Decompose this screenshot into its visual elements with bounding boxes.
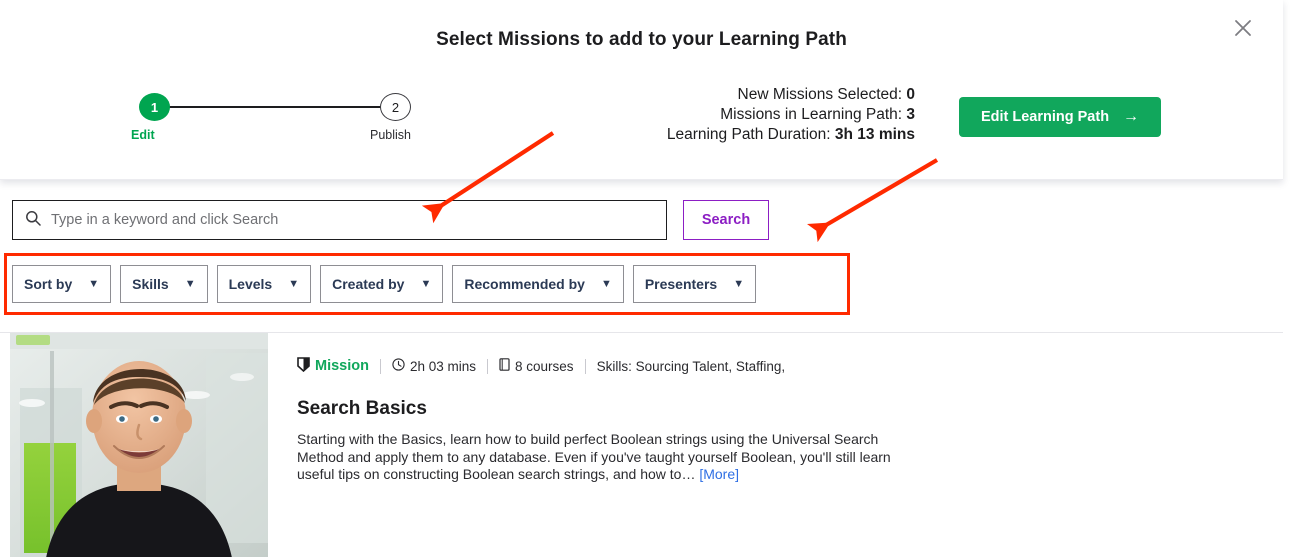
- new-missions-selected-row: New Missions Selected: 0: [575, 85, 915, 105]
- filter-label: Sort by: [24, 276, 73, 292]
- filter-levels[interactable]: Levels ▼: [216, 265, 312, 303]
- mission-title: Search Basics: [297, 398, 427, 419]
- stepper-connector: [155, 106, 396, 108]
- step-number-badge: 1: [139, 93, 170, 121]
- modal-header-panel: Select Missions to add to your Learning …: [0, 0, 1283, 180]
- mission-duration-label: 2h 03 mins: [409, 358, 477, 374]
- missions-in-path-value: 3: [906, 106, 915, 123]
- new-missions-selected-value: 0: [906, 86, 915, 103]
- filter-label: Recommended by: [464, 276, 585, 292]
- missions-in-path-row: Missions in Learning Path: 3: [575, 105, 915, 125]
- book-icon: [499, 358, 510, 374]
- learning-path-duration-label: Learning Path Duration:: [666, 126, 831, 143]
- learning-path-duration-value: 3h 13 mins: [834, 126, 915, 143]
- filter-sort-by[interactable]: Sort by ▼: [12, 265, 112, 303]
- edit-learning-path-button[interactable]: Edit Learning Path →: [959, 97, 1161, 137]
- mission-skills: Skills: Sourcing Talent, Staffing,: [586, 359, 797, 374]
- mission-meta-row: Mission 2h 03 mins 8 courses Skills: Sou…: [297, 357, 937, 375]
- search-box[interactable]: [12, 200, 667, 240]
- new-missions-selected-label: New Missions Selected:: [737, 86, 903, 103]
- search-input[interactable]: [51, 212, 654, 228]
- learning-path-duration-row: Learning Path Duration: 3h 13 mins: [575, 125, 915, 145]
- filter-label: Levels: [228, 276, 273, 292]
- mission-badge-icon: [297, 357, 310, 375]
- chevron-down-icon: ▼: [733, 278, 745, 290]
- mission-skills-label: Skills: Sourcing Talent, Staffing,: [596, 358, 786, 374]
- chevron-down-icon: ▼: [88, 278, 100, 290]
- mission-type-label: Mission: [315, 358, 369, 374]
- step-label: Publish: [370, 128, 411, 142]
- chevron-down-icon: ▼: [184, 278, 196, 290]
- mission-courses-label: 8 courses: [515, 358, 574, 374]
- edit-learning-path-label: Edit Learning Path: [980, 109, 1110, 125]
- stepper-step-publish[interactable]: 2 Publish: [370, 93, 411, 142]
- mission-card: Mission 2h 03 mins 8 courses Skills: Sou…: [0, 332, 1283, 557]
- arrow-right-icon: →: [1123, 108, 1140, 125]
- filters-row: Sort by ▼ Skills ▼ Levels ▼ Created by ▼…: [12, 265, 757, 303]
- more-link[interactable]: [More]: [699, 466, 739, 482]
- filter-skills[interactable]: Skills ▼: [120, 265, 208, 303]
- mission-duration: 2h 03 mins: [381, 358, 487, 374]
- chevron-down-icon: ▼: [420, 278, 432, 290]
- mission-description-text: Starting with the Basics, learn how to b…: [297, 431, 891, 482]
- chevron-down-icon: ▼: [288, 278, 300, 290]
- mission-description: Starting with the Basics, learn how to b…: [297, 431, 925, 484]
- step-number-badge: 2: [380, 93, 411, 121]
- page-title: Select Missions to add to your Learning …: [436, 29, 847, 50]
- missions-in-path-label: Missions in Learning Path:: [720, 106, 903, 123]
- mission-type: Mission: [297, 357, 380, 375]
- search-button[interactable]: Search: [683, 200, 769, 240]
- stepper-step-edit[interactable]: 1 Edit: [131, 93, 170, 142]
- filter-label: Created by: [332, 276, 405, 292]
- step-label: Edit: [131, 128, 155, 142]
- close-icon[interactable]: [1231, 16, 1255, 40]
- mission-thumbnail[interactable]: [10, 333, 268, 557]
- filter-presenters[interactable]: Presenters ▼: [632, 265, 757, 303]
- filter-created-by[interactable]: Created by ▼: [320, 265, 444, 303]
- mission-courses: 8 courses: [488, 358, 585, 374]
- missions-selection-screen: Select Missions to add to your Learning …: [0, 0, 1309, 557]
- filter-recommended-by[interactable]: Recommended by ▼: [452, 265, 624, 303]
- filter-label: Presenters: [644, 276, 718, 292]
- filter-label: Skills: [132, 276, 169, 292]
- search-icon: [25, 210, 41, 231]
- stepper: 1 Edit 2 Publish: [131, 93, 411, 148]
- mission-card-body: Mission 2h 03 mins 8 courses Skills: Sou…: [297, 357, 937, 484]
- search-row: Search: [12, 200, 769, 240]
- chevron-down-icon: ▼: [600, 278, 612, 290]
- learning-path-summary: New Missions Selected: 0 Missions in Lea…: [575, 85, 915, 145]
- clock-icon: [392, 358, 405, 374]
